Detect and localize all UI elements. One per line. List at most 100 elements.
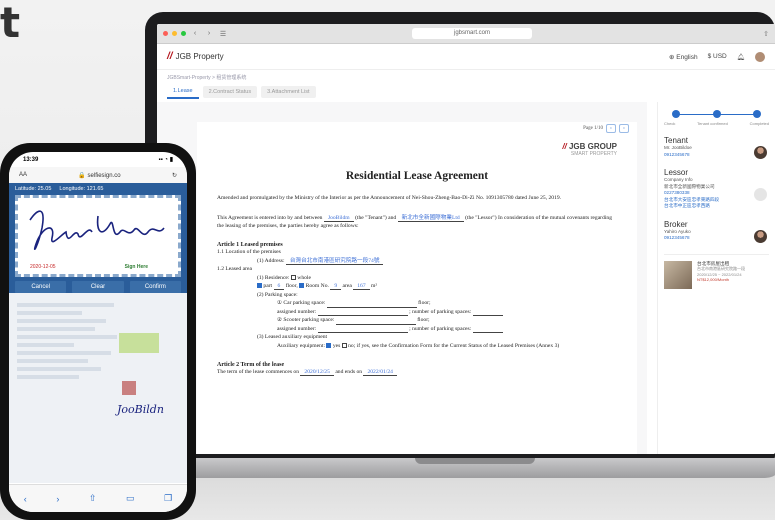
area-field[interactable]: 167 (353, 283, 370, 290)
company-name: JGB GROUP (568, 142, 617, 151)
zoom-window-button[interactable] (181, 31, 186, 36)
property-thumbnail (664, 260, 692, 289)
tenant-name-field[interactable]: JooBildm (323, 215, 354, 222)
seal-image (122, 381, 136, 395)
reload-icon[interactable]: ↻ (172, 172, 177, 179)
car-num-field[interactable] (472, 309, 503, 316)
doc-line (17, 343, 74, 347)
car-parking-field[interactable] (326, 301, 417, 308)
address-bar[interactable]: jgbsmart.com (412, 28, 532, 39)
scooter-field[interactable] (335, 318, 416, 325)
sidebar-icon[interactable]: ☰ (218, 30, 228, 38)
laptop: ‹ › ☰ jgbsmart.com ⇧ // JGB Property ⊕ E… (125, 12, 775, 478)
step-label-completed: Completed (749, 121, 769, 126)
scooter-assigned-row: assigned number: ; number of parking spa… (217, 325, 617, 333)
car-assigned-label: assigned number: (277, 308, 317, 315)
bookmarks-icon[interactable]: ▭ (126, 493, 135, 504)
aux-no-checkbox[interactable] (341, 342, 347, 348)
laptop-notch (415, 458, 535, 464)
progress-steps (664, 110, 769, 118)
text-size-button[interactable]: AA (19, 172, 27, 178)
currency-selector[interactable]: $ USD (708, 53, 727, 60)
floor-field[interactable]: 6 (273, 283, 285, 290)
scooter-floor-label: floor; (417, 317, 430, 323)
lessor-heading: Lessor (664, 168, 689, 177)
phone-url[interactable]: 🔒 selfiesign.co (78, 172, 120, 179)
back-icon[interactable]: ‹ (24, 494, 27, 504)
next-page-button[interactable]: › (619, 124, 629, 133)
app-header: // JGB Property ⊕ English $ USD 🔔︎ (157, 44, 775, 70)
lessor-avatar (754, 188, 767, 201)
bell-icon[interactable]: 🔔︎ (737, 53, 745, 61)
tabs-icon[interactable]: ❐ (164, 493, 172, 504)
tenant-heading: Tenant (664, 136, 689, 145)
step-confirmed (712, 110, 721, 118)
car-assigned-field[interactable] (317, 309, 408, 316)
room-checkbox[interactable] (299, 283, 305, 289)
address-field[interactable]: 台灣台北市南港區研究院路一段74號 (285, 257, 384, 265)
brand-logo[interactable]: // JGB Property (167, 51, 224, 62)
room-label: Room No. (305, 283, 329, 289)
jgb-logo-icon: // (167, 51, 173, 62)
whole-checkbox[interactable] (290, 274, 296, 280)
parties-text-a: This Agreement is entered into by and be… (217, 215, 323, 221)
car-assigned-row: assigned number: ; number of parking spa… (217, 308, 617, 316)
scooter-num-field[interactable] (472, 326, 503, 333)
tenant-section: Tenant Mr. JooBildoe 0912345678 (664, 136, 769, 159)
scooter-assigned-field[interactable] (317, 326, 408, 333)
aux-note: if yes, see the Confirmation Form for th… (356, 342, 560, 349)
car-floor-label: floor; (418, 300, 431, 306)
aux-no-label: no; (348, 342, 356, 349)
close-window-button[interactable] (163, 31, 168, 36)
term-text-b: and ends on (335, 369, 363, 375)
language-selector[interactable]: ⊕ English (669, 53, 698, 61)
phone-address-bar: AA 🔒 selfiesign.co ↻ (9, 167, 187, 183)
lessor-name-field[interactable]: 新北市全新國際物業Ltd (397, 215, 464, 222)
end-date-field[interactable]: 2022/01/24 (363, 369, 397, 376)
company-logo: // JGB GROUP SMART PROPERTY (562, 142, 617, 157)
back-icon[interactable]: ‹ (190, 30, 200, 37)
unit-row: part 6 floor, Room No. 9 area 167 m² (217, 282, 617, 291)
address-row: (1) Address: 台灣台北市南港區研究院路一段74號 (217, 257, 617, 266)
tenant-role-text: (the "Tenant") and (355, 215, 397, 221)
start-date-field[interactable]: 2020/12/25 (300, 369, 334, 376)
forward-icon[interactable]: › (204, 30, 214, 37)
tab-contract-status[interactable]: 2.Contract Status (202, 86, 258, 98)
forward-icon[interactable]: › (56, 494, 59, 504)
hero-heading-fragment: t (0, 0, 21, 47)
avatar[interactable] (755, 51, 765, 62)
part-checkbox[interactable] (257, 283, 262, 289)
doc-line (17, 319, 107, 323)
residence-row: (1) Residence: whole (217, 274, 617, 283)
minimize-window-button[interactable] (172, 31, 177, 36)
tenant-avatar (754, 146, 767, 159)
doc-line (17, 311, 82, 315)
share-icon[interactable]: ⇧ (89, 493, 97, 504)
signature-date: 2020-12-05 (30, 264, 56, 270)
prev-page-button[interactable]: ‹ (606, 124, 616, 133)
company-tagline: SMART PROPERTY (570, 151, 617, 157)
car-parking-row: ① Car parking space: floor; (217, 299, 617, 308)
property-card[interactable]: 台北市房屋出租 台北市南港區研究院路一段 2020/12/25 ~ 2022/0… (664, 253, 769, 289)
broker-avatar (754, 229, 767, 243)
term-row: The term of the lease commences on 2020/… (217, 368, 617, 377)
car-parking-label: ① Car parking space: (277, 300, 326, 306)
step-label-check: Check (664, 121, 676, 126)
aux-yes-checkbox[interactable] (326, 342, 332, 348)
breadcrumb[interactable]: JGBSmart-Property > 租赁管理系统 (157, 70, 775, 85)
confirm-button[interactable]: Confirm (129, 281, 181, 293)
phone-time: 13:39 (23, 156, 39, 163)
address-label: (1) Address: (257, 257, 285, 264)
auxiliary-label: Auxiliary equipment: (277, 342, 326, 349)
cancel-button[interactable]: Cancel (15, 281, 67, 293)
broker-heading: Broker (664, 219, 688, 229)
doc-line (17, 359, 89, 363)
tab-lease[interactable]: 1.Lease (167, 85, 199, 99)
step-check (672, 110, 680, 118)
handwritten-signature (29, 210, 165, 250)
tab-attachment-list[interactable]: 3.Attachment List (261, 86, 316, 98)
signature-pad[interactable]: 2020-12-05 Sign Here (15, 195, 181, 277)
clear-button[interactable]: Clear (72, 281, 124, 293)
room-field[interactable]: 9 (330, 283, 342, 290)
share-icon[interactable]: ⇧ (763, 30, 769, 38)
